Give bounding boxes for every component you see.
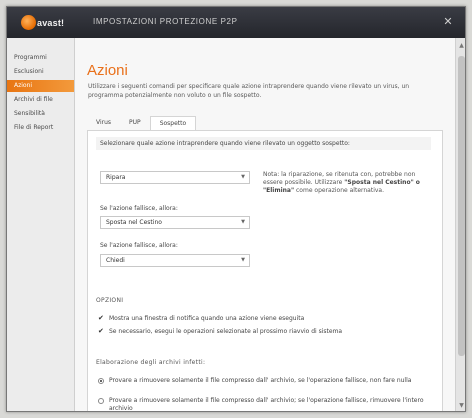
checkmark-icon: ✔ [98,314,104,322]
archive-option-2-label: Provare a rimuovere solamente il file co… [109,397,424,412]
archive-title: Elaborazione degli archivi infetti: [96,359,206,366]
primary-action-select[interactable]: Ripara ▼ [100,171,250,184]
third-action-value: Chiedi [106,257,125,264]
chevron-down-icon: ▼ [241,257,245,263]
sidebar-item-azioni[interactable]: Azioni [7,80,74,92]
sidebar-item-sensibilita[interactable]: Sensibilità [7,108,74,120]
tab-panel: Selezionare quale azione intraprendere q… [87,130,443,412]
chevron-down-icon: ▼ [241,174,245,180]
page-description: Utilizzare i seguenti comandi per specif… [88,83,410,99]
window-title: IMPOSTAZIONI PROTEZIONE P2P [93,17,238,26]
avast-ball-icon [21,15,36,30]
sidebar-item-esclusioni[interactable]: Esclusioni [7,66,74,78]
second-action-value: Sposta nel Cestino [106,219,162,226]
fallback-label-1: Se l'azione fallisce, allora: [100,205,178,212]
sidebar: Programmi Esclusioni Azioni Archivi di f… [7,38,75,411]
radio-selected[interactable] [98,378,104,384]
avast-logo: avast! [21,14,81,31]
scroll-down-icon[interactable]: ▼ [457,401,465,410]
vertical-scrollbar[interactable]: ▲ ▼ [455,38,465,411]
archive-option-2[interactable]: Provare a rimuovere solamente il file co… [98,397,428,412]
page-title: Azioni [87,62,128,79]
fallback-label-2: Se l'azione fallisce, allora: [100,242,178,249]
settings-window: avast! IMPOSTAZIONI PROTEZIONE P2P ✕ Pro… [6,6,466,412]
option-notify[interactable]: ✔ Mostra una finestra di notifica quando… [98,314,305,323]
scroll-up-icon[interactable]: ▲ [457,41,465,50]
second-action-select[interactable]: Sposta nel Cestino ▼ [100,216,250,229]
tab-virus[interactable]: Virus [87,116,120,130]
close-icon[interactable]: ✕ [441,15,455,29]
primary-action-value: Ripara [106,174,126,181]
tab-bar: Virus PUP Sospetto [87,116,197,130]
third-action-select[interactable]: Chiedi ▼ [100,254,250,267]
checkmark-icon: ✔ [98,327,104,335]
note-text-end: come operazione alternativa. [294,187,384,194]
options-title: OPZIONI [96,297,124,304]
sidebar-item-report[interactable]: File di Report [7,122,74,134]
radio-unselected[interactable] [98,398,104,404]
sidebar-item-programmi[interactable]: Programmi [7,52,74,64]
title-bar: avast! IMPOSTAZIONI PROTEZIONE P2P ✕ [7,7,465,38]
tab-sospetto[interactable]: Sospetto [149,116,197,130]
main-content: Azioni Utilizzare i seguenti comandi per… [75,38,455,412]
scroll-thumb[interactable] [458,56,465,356]
archive-option-1-label: Provare a rimuovere solamente il file co… [109,377,412,384]
chevron-down-icon: ▼ [241,219,245,225]
instruction-text: Selezionare quale azione intraprendere q… [96,137,431,150]
repair-note: Nota: la riparazione, se ritenuta con, p… [263,171,433,195]
tab-pup[interactable]: PUP [120,116,150,130]
sidebar-item-archivi[interactable]: Archivi di file [7,94,74,106]
logo-text: avast! [37,18,65,28]
archive-option-1[interactable]: Provare a rimuovere solamente il file co… [98,377,428,385]
option-reboot[interactable]: ✔ Se necessario, esegui le operazioni se… [98,327,343,336]
option-notify-label: Mostra una finestra di notifica quando u… [109,315,305,322]
option-reboot-label: Se necessario, esegui le operazioni sele… [109,328,343,335]
